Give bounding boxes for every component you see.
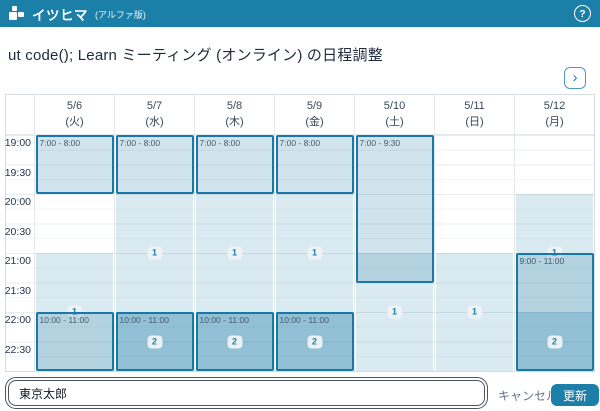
- help-icon[interactable]: ?: [574, 5, 591, 22]
- day-column-5/10[interactable]: 1 7:00 - 9:30: [354, 135, 434, 371]
- day-header-5/7: 5/7(水): [114, 95, 194, 134]
- availability-count-badge: 1: [467, 306, 482, 319]
- selected-slot-time-label: 10:00 - 11:00: [38, 314, 112, 326]
- selected-slot-time-label: 10:00 - 11:00: [278, 314, 352, 326]
- selected-slot-time-label: 10:00 - 11:00: [118, 314, 192, 326]
- availability-count-badge: 2: [147, 335, 162, 348]
- day-of-week: (火): [65, 115, 83, 131]
- selected-slot[interactable]: 7:00 - 9:30: [356, 135, 434, 283]
- participant-name-input[interactable]: [8, 380, 485, 406]
- alpha-version-label: (アルファ版): [95, 8, 146, 21]
- app-root: イツヒマ (アルファ版) ? ut code(); Learn ミーティング (…: [0, 0, 600, 411]
- day-header-5/10: 5/10(土): [354, 95, 434, 134]
- selected-slot-time-label: 7:00 - 8:00: [38, 137, 112, 149]
- day-date: 5/11: [464, 99, 485, 115]
- day-column-5/6[interactable]: 17:00 - 8:0010:00 - 11:00: [34, 135, 114, 371]
- time-label-19:00: 19:00: [5, 137, 31, 149]
- day-header-5/11: 5/11(日): [434, 95, 514, 134]
- selected-slot-time-label: 7:00 - 8:00: [278, 137, 352, 149]
- selected-slot-time-label: 7:00 - 8:00: [198, 137, 272, 149]
- time-axis: 19:00 19:30 20:00 20:30 21:00 21:30 22:00 22:30: [6, 135, 34, 371]
- page-title: ut code(); Learn ミーティング (オンライン) の日程調整: [8, 44, 383, 65]
- availability-count-badge: 2: [547, 335, 562, 348]
- selected-slot[interactable]: 7:00 - 8:00: [36, 135, 114, 194]
- availability-count-badge: 1: [387, 306, 402, 319]
- time-label-19:30: 19:30: [5, 167, 31, 179]
- selected-slot-time-label: 9:00 - 11:00: [518, 255, 592, 267]
- time-label-22:30: 22:30: [5, 344, 31, 356]
- availability-count-badge: 2: [307, 335, 322, 348]
- day-header-5/8: 5/8(木): [194, 95, 274, 134]
- selected-slot[interactable]: 7:00 - 8:00: [276, 135, 354, 194]
- availability-count-badge: 1: [227, 247, 242, 260]
- day-date: 5/10: [384, 99, 405, 115]
- day-column-5/7[interactable]: 1 2 7:00 - 8:00 10:00 - 11:00: [114, 135, 194, 371]
- day-of-week: (金): [305, 115, 323, 131]
- day-date: 5/8: [227, 99, 242, 115]
- time-label-20:00: 20:00: [5, 196, 31, 208]
- selected-slot[interactable]: 10:00 - 11:00: [36, 312, 114, 371]
- day-column-5/9[interactable]: 1 2 7:00 - 8:00 10:00 - 11:00: [274, 135, 354, 371]
- selected-slot[interactable]: 7:00 - 8:00: [196, 135, 274, 194]
- day-header-5/12: 5/12(月): [514, 95, 594, 134]
- day-date: 5/6: [67, 99, 82, 115]
- schedule-calendar: 5/6(火)5/7(水)5/8(木)5/9(金)5/10(土)5/11(日)5/…: [5, 94, 595, 372]
- update-button[interactable]: 更新: [551, 384, 599, 406]
- availability-count-badge: 1: [307, 247, 322, 260]
- day-header-5/9: 5/9(金): [274, 95, 354, 134]
- day-of-week: (日): [465, 115, 483, 131]
- app-bar: イツヒマ (アルファ版) ?: [0, 0, 600, 27]
- itsuhima-logo-icon: [9, 6, 25, 21]
- selected-slot-time-label: 10:00 - 11:00: [198, 314, 272, 326]
- availability-count-badge: 2: [227, 335, 242, 348]
- day-column-5/8[interactable]: 1 2 7:00 - 8:00 10:00 - 11:00: [194, 135, 274, 371]
- time-label-22:00: 22:00: [5, 314, 31, 326]
- calendar-day-header-row: 5/6(火)5/7(水)5/8(木)5/9(金)5/10(土)5/11(日)5/…: [6, 95, 594, 135]
- day-date: 5/9: [307, 99, 322, 115]
- day-of-week: (土): [385, 115, 403, 131]
- day-column-5/12[interactable]: 129:00 - 11:00: [514, 135, 594, 371]
- time-label-21:00: 21:00: [5, 255, 31, 267]
- calendar-body: 19:00 19:30 20:00 20:30 21:00 21:30 22:00 22:30…: [6, 135, 594, 371]
- day-date: 5/7: [147, 99, 162, 115]
- day-header-5/6: 5/6(火): [34, 95, 114, 134]
- selected-slot-time-label: 7:00 - 8:00: [118, 137, 192, 149]
- selected-slot[interactable]: 7:00 - 8:00: [116, 135, 194, 194]
- next-week-button[interactable]: ›: [564, 67, 586, 89]
- day-of-week: (木): [225, 115, 243, 131]
- day-of-week: (月): [545, 115, 563, 131]
- day-date: 5/12: [544, 99, 565, 115]
- day-of-week: (水): [145, 115, 163, 131]
- selected-slot[interactable]: 9:00 - 11:00: [516, 253, 594, 371]
- selected-slot-time-label: 7:00 - 9:30: [358, 137, 432, 149]
- time-label-21:30: 21:30: [5, 285, 31, 297]
- brand-name: イツヒマ: [32, 4, 88, 24]
- calendar-corner-cell: [6, 95, 34, 134]
- day-column-5/11[interactable]: 1: [434, 135, 514, 371]
- availability-count-badge: 1: [147, 247, 162, 260]
- time-label-20:30: 20:30: [5, 226, 31, 238]
